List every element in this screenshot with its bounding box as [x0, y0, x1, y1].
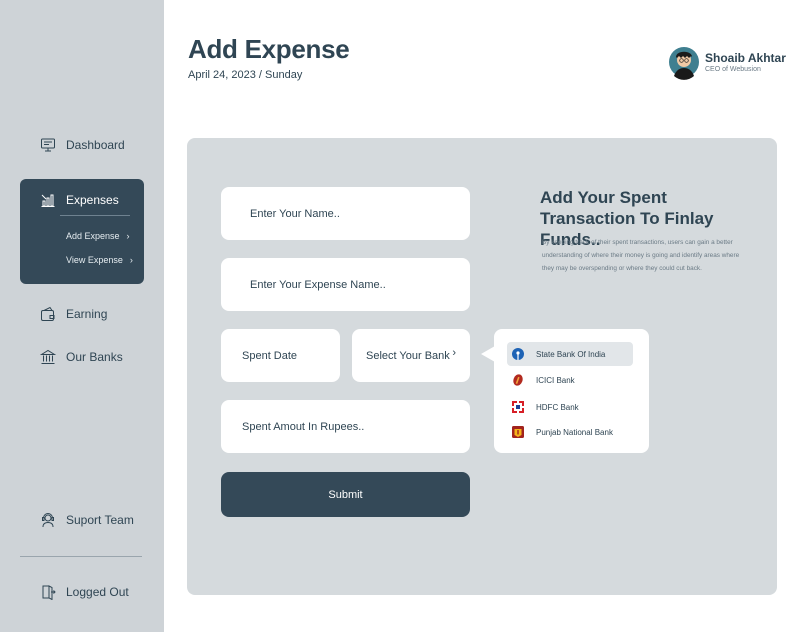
- page-date: April 24, 2023 / Sunday: [188, 69, 303, 81]
- chevron-right-icon: ›: [126, 231, 130, 241]
- bank-select-placeholder: Select Your Bank: [366, 349, 450, 362]
- bank-option-label: HDFC Bank: [536, 402, 579, 412]
- expense-name-input[interactable]: Enter Your Expense Name..: [221, 258, 470, 311]
- sidebar-item-expenses[interactable]: Expenses: [20, 185, 144, 215]
- sbi-icon: [512, 348, 524, 360]
- bank-dropdown: State Bank Of India ICICI Bank HDFC Bank: [494, 329, 649, 453]
- sidebar-item-label: Earning: [66, 307, 108, 321]
- sidebar-item-label: Our Banks: [66, 350, 123, 364]
- bank-option-sbi[interactable]: State Bank Of India: [507, 342, 633, 366]
- sidebar-item-logout[interactable]: Logged Out: [20, 574, 144, 610]
- expenses-icon: [40, 192, 56, 208]
- bank-option-label: Punjab National Bank: [536, 427, 613, 437]
- sidebar-subitem-add-expense[interactable]: Add Expense ›: [66, 228, 130, 244]
- bank-icon: [40, 349, 56, 365]
- bank-option-label: ICICI Bank: [536, 375, 575, 385]
- chevron-right-icon: ›: [452, 347, 456, 359]
- sidebar-item-label: Suport Team: [66, 513, 134, 527]
- info-description: By keeping track of their spent transact…: [542, 239, 740, 272]
- amount-input-placeholder: Spent Amout In Rupees..: [242, 420, 365, 433]
- expense-name-input-placeholder: Enter Your Expense Name..: [250, 278, 386, 291]
- submenu-divider: [60, 215, 130, 216]
- name-input-placeholder: Enter Your Name..: [250, 207, 340, 220]
- pnb-icon: [512, 426, 524, 438]
- dashboard-icon: [40, 137, 56, 153]
- sidebar-subitem-label: View Expense: [66, 255, 123, 265]
- sidebar-item-support-team[interactable]: Suport Team: [20, 502, 144, 538]
- sidebar-item-our-banks[interactable]: Our Banks: [20, 339, 144, 375]
- sidebar-item-label: Expenses: [66, 193, 119, 207]
- bank-option-label: State Bank Of India: [536, 349, 606, 359]
- amount-input[interactable]: Spent Amout In Rupees..: [221, 400, 470, 453]
- sidebar: Dashboard Expenses Add Expense › View Ex…: [0, 0, 164, 632]
- sidebar-item-label: Logged Out: [66, 585, 129, 599]
- hdfc-icon: [512, 401, 524, 413]
- submit-button[interactable]: Submit: [221, 472, 470, 517]
- sidebar-item-label: Dashboard: [66, 138, 125, 152]
- support-icon: [40, 512, 56, 528]
- spent-date-input[interactable]: Spent Date: [221, 329, 340, 382]
- spent-date-placeholder: Spent Date: [242, 349, 298, 362]
- chevron-right-icon: ›: [129, 255, 133, 265]
- logout-icon: [40, 584, 56, 600]
- avatar: [669, 42, 699, 82]
- wallet-icon: [40, 306, 56, 322]
- sidebar-item-earning[interactable]: Earning: [20, 296, 144, 332]
- user-profile[interactable]: Shoaib Akhtar CEO of Webusion: [669, 42, 786, 82]
- bank-select[interactable]: Select Your Bank ›: [352, 329, 470, 382]
- name-input[interactable]: Enter Your Name..: [221, 187, 470, 240]
- bank-option-pnb[interactable]: Punjab National Bank: [507, 420, 633, 444]
- bank-option-hdfc[interactable]: HDFC Bank: [507, 395, 633, 419]
- sidebar-item-dashboard[interactable]: Dashboard: [20, 127, 144, 163]
- profile-role: CEO of Webusion: [705, 66, 761, 73]
- bank-option-icici[interactable]: ICICI Bank: [507, 368, 633, 392]
- sidebar-subitem-label: Add Expense: [66, 231, 120, 241]
- page-title: Add Expense: [188, 34, 350, 64]
- icici-icon: [512, 374, 524, 386]
- sidebar-group-expenses: Expenses Add Expense › View Expense ›: [20, 179, 144, 284]
- sidebar-subitem-view-expense[interactable]: View Expense ›: [66, 252, 133, 268]
- dropdown-pointer: [481, 346, 495, 362]
- sidebar-divider: [20, 556, 142, 557]
- profile-name: Shoaib Akhtar: [705, 51, 786, 65]
